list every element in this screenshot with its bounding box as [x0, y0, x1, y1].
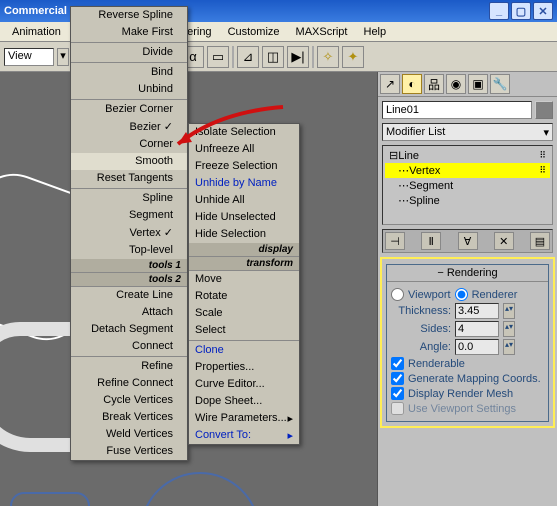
mapping-coords-checkbox[interactable]: Generate Mapping Coords. [391, 372, 544, 385]
top-level-item[interactable]: Top-level [71, 242, 187, 259]
tools2-header: tools 2 [71, 273, 187, 287]
tool-snap1[interactable]: ✧ [317, 46, 339, 68]
select-item[interactable]: Select [189, 322, 299, 339]
curve-editor-item[interactable]: Curve Editor... [189, 376, 299, 393]
tool-snap2[interactable]: ✦ [342, 46, 364, 68]
stack-pin-icon[interactable]: ⊣ [385, 232, 405, 250]
stack-remove-icon[interactable]: ✕ [494, 232, 514, 250]
rollout-title: Rendering [447, 267, 498, 279]
object-name-field[interactable] [382, 101, 532, 119]
angle-field[interactable] [455, 339, 499, 355]
sides-spinner[interactable]: ▴▾ [503, 321, 515, 337]
transform-header: transform [189, 257, 299, 271]
bind-item[interactable]: Bind [71, 64, 187, 81]
tool-axis[interactable]: ⊿ [237, 46, 259, 68]
tab-display-icon[interactable]: ▣ [468, 74, 488, 94]
tab-utilities-icon[interactable]: 🔧 [490, 74, 510, 94]
display-header: display [189, 243, 299, 257]
divide-item[interactable]: Divide [71, 44, 187, 61]
rendering-rollout: − Rendering Viewport Renderer Thickness:… [386, 264, 549, 422]
sides-field[interactable] [455, 321, 499, 337]
spline-level-item[interactable]: Spline [71, 190, 187, 207]
tool-select[interactable]: ▭ [207, 46, 229, 68]
vertex-level-item[interactable]: Vertex [71, 224, 187, 242]
modifier-stack[interactable]: ⊟ Line⠿ ⋯ Vertex⠿ ⋯ Segment ⋯ Spline [382, 145, 553, 225]
stack-vertex[interactable]: ⋯ Vertex⠿ [385, 163, 550, 178]
reset-tangents-item[interactable]: Reset Tangents [71, 170, 187, 187]
maximize-button[interactable]: ▢ [511, 2, 531, 20]
menu-maxscript[interactable]: MAXScript [288, 24, 356, 40]
menu-customize[interactable]: Customize [220, 24, 288, 40]
close-button[interactable]: ✕ [533, 2, 553, 20]
corner-item[interactable]: Corner [71, 136, 187, 153]
attach-item[interactable]: Attach [71, 304, 187, 321]
segment-level-item[interactable]: Segment [71, 207, 187, 224]
make-first-item[interactable]: Make First [71, 24, 187, 41]
tab-create-icon[interactable]: ↗ [380, 74, 400, 94]
clone-item[interactable]: Clone [189, 342, 299, 359]
tools1-header: tools 1 [71, 259, 187, 273]
move-item[interactable]: Move [189, 271, 299, 288]
connect-item[interactable]: Connect [71, 338, 187, 355]
unfreeze-all-item[interactable]: Unfreeze All [189, 141, 299, 158]
fuse-vertices-item[interactable]: Fuse Vertices [71, 443, 187, 460]
stack-config-icon[interactable]: ▤ [530, 232, 550, 250]
modifier-list-dropdown[interactable]: Modifier List▾ [382, 123, 553, 141]
angle-spinner[interactable]: ▴▾ [503, 339, 515, 355]
hide-selection-item[interactable]: Hide Selection [189, 226, 299, 243]
menu-animation[interactable]: Animation [4, 24, 69, 40]
minimize-button[interactable]: _ [489, 2, 509, 20]
tool-mirror[interactable]: ◫ [262, 46, 284, 68]
cycle-vertices-item[interactable]: Cycle Vertices [71, 392, 187, 409]
stack-segment[interactable]: ⋯ Segment [385, 178, 550, 193]
refine-connect-item[interactable]: Refine Connect [71, 375, 187, 392]
isolate-selection-item[interactable]: Isolate Selection [189, 124, 299, 141]
scale-item[interactable]: Scale [189, 305, 299, 322]
bezier-item[interactable]: Bezier [71, 118, 187, 136]
stack-show-icon[interactable]: Ⅱ [421, 232, 441, 250]
tab-modify-icon[interactable]: ◐ [402, 74, 422, 94]
break-vertices-item[interactable]: Break Vertices [71, 409, 187, 426]
dope-sheet-item[interactable]: Dope Sheet... [189, 393, 299, 410]
wire-parameters-item[interactable]: Wire Parameters... ▸ [189, 410, 299, 427]
unbind-item[interactable]: Unbind [71, 81, 187, 98]
menu-help[interactable]: Help [356, 24, 395, 40]
thickness-spinner[interactable]: ▴▾ [503, 303, 515, 319]
stack-line[interactable]: ⊟ Line⠿ [385, 148, 550, 163]
tool-skip[interactable]: ▶| [287, 46, 309, 68]
renderer-radio[interactable]: Renderer [455, 288, 518, 301]
quad-menu-left: Reverse Spline Make First Divide Bind Un… [70, 6, 188, 461]
thickness-field[interactable] [455, 303, 499, 319]
quad-menu-right: Isolate Selection Unfreeze All Freeze Se… [188, 123, 300, 445]
stack-unique-icon[interactable]: ∀ [458, 232, 478, 250]
view-selector[interactable]: View [4, 48, 54, 66]
tab-motion-icon[interactable]: ◉ [446, 74, 466, 94]
command-panel: ↗ ◐ 品 ◉ ▣ 🔧 Modifier List▾ ⊟ Line⠿ ⋯ Ver… [377, 72, 557, 506]
tab-hierarchy-icon[interactable]: 品 [424, 74, 444, 94]
renderable-checkbox[interactable]: Renderable [391, 357, 544, 370]
viewport-radio[interactable]: Viewport [391, 288, 451, 301]
detach-segment-item[interactable]: Detach Segment [71, 321, 187, 338]
smooth-item[interactable]: Smooth [71, 153, 187, 170]
view-dropdown[interactable]: ▾ [57, 48, 69, 66]
bezier-corner-item[interactable]: Bezier Corner [71, 101, 187, 118]
stack-spline[interactable]: ⋯ Spline [385, 193, 550, 208]
reverse-spline-item[interactable]: Reverse Spline [71, 7, 187, 24]
properties-item[interactable]: Properties... [189, 359, 299, 376]
unhide-all-item[interactable]: Unhide All [189, 192, 299, 209]
rotate-item[interactable]: Rotate [189, 288, 299, 305]
convert-to-item[interactable]: Convert To: ▸ [189, 427, 299, 444]
hide-unselected-item[interactable]: Hide Unselected [189, 209, 299, 226]
use-viewport-settings-checkbox[interactable]: Use Viewport Settings [391, 402, 544, 415]
display-render-mesh-checkbox[interactable]: Display Render Mesh [391, 387, 544, 400]
unhide-by-name-item[interactable]: Unhide by Name [189, 175, 299, 192]
create-line-item[interactable]: Create Line [71, 287, 187, 304]
refine-item[interactable]: Refine [71, 358, 187, 375]
freeze-selection-item[interactable]: Freeze Selection [189, 158, 299, 175]
weld-vertices-item[interactable]: Weld Vertices [71, 426, 187, 443]
object-color-swatch[interactable] [535, 101, 553, 119]
